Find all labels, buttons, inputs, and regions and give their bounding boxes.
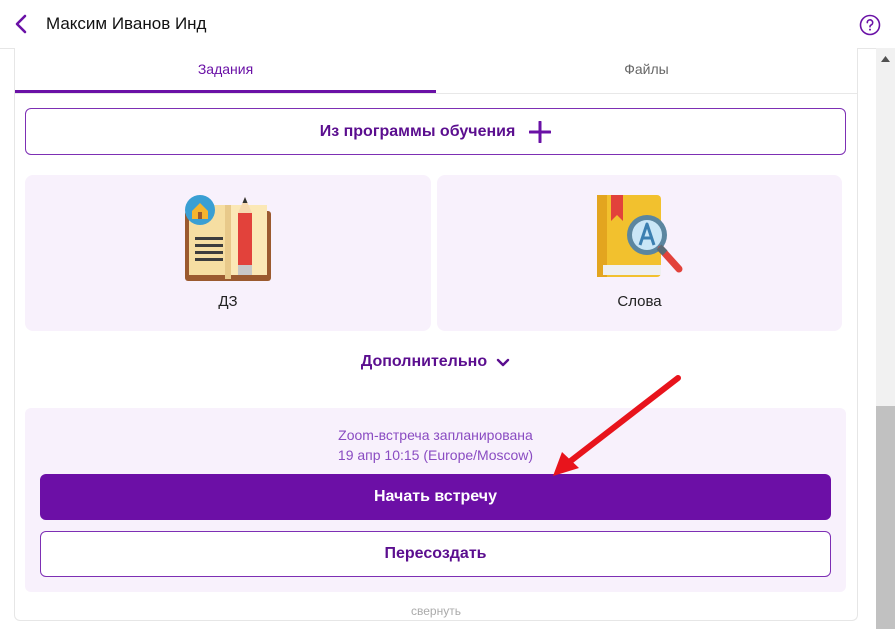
zoom-status: Zoom-встреча запланирована 19 апр 10:15 …	[25, 425, 846, 465]
collapse-link[interactable]: свернуть	[15, 604, 857, 618]
back-button[interactable]	[10, 12, 34, 36]
homework-card[interactable]: ДЗ	[25, 175, 431, 331]
from-curriculum-button[interactable]: Из программы обучения	[25, 108, 846, 155]
plus-icon	[529, 120, 552, 143]
words-card[interactable]: Слова	[437, 175, 842, 331]
zoom-status-line2: 19 апр 10:15 (Europe/Moscow)	[337, 447, 534, 463]
more-toggle[interactable]: Дополнительно	[15, 348, 857, 376]
chevron-left-icon	[15, 14, 27, 34]
help-button[interactable]	[859, 14, 881, 36]
tab-files[interactable]: Файлы	[436, 48, 857, 93]
lesson-panel: Задания Файлы Из программы обучения ДЗ С…	[14, 48, 858, 621]
more-label: Дополнительно	[360, 353, 488, 370]
start-meeting-button[interactable]: Начать встречу	[40, 474, 831, 520]
chevron-down-icon	[496, 358, 510, 367]
tab-bar: Задания Файлы	[15, 48, 857, 94]
zoom-status-line1: Zoom-встреча запланирована	[338, 427, 533, 443]
scroll-up-arrow-icon[interactable]	[881, 56, 890, 62]
homework-label: ДЗ	[218, 293, 238, 310]
scroll-thumb[interactable]	[876, 406, 895, 629]
question-circle-icon	[859, 14, 881, 36]
zoom-meeting-box: Zoom-встреча запланирована 19 апр 10:15 …	[25, 408, 846, 592]
homework-book-icon	[185, 195, 271, 281]
tab-assignments[interactable]: Задания	[15, 48, 436, 93]
recreate-meeting-button[interactable]: Пересоздать	[40, 531, 831, 577]
dictionary-search-icon	[597, 195, 683, 277]
scrollbar[interactable]	[876, 48, 895, 629]
header-bar: Максим Иванов Инд	[0, 0, 895, 49]
from-curriculum-label: Из программы обучения	[319, 122, 516, 140]
page-title: Максим Иванов Инд	[46, 14, 207, 33]
words-label: Слова	[617, 293, 662, 310]
